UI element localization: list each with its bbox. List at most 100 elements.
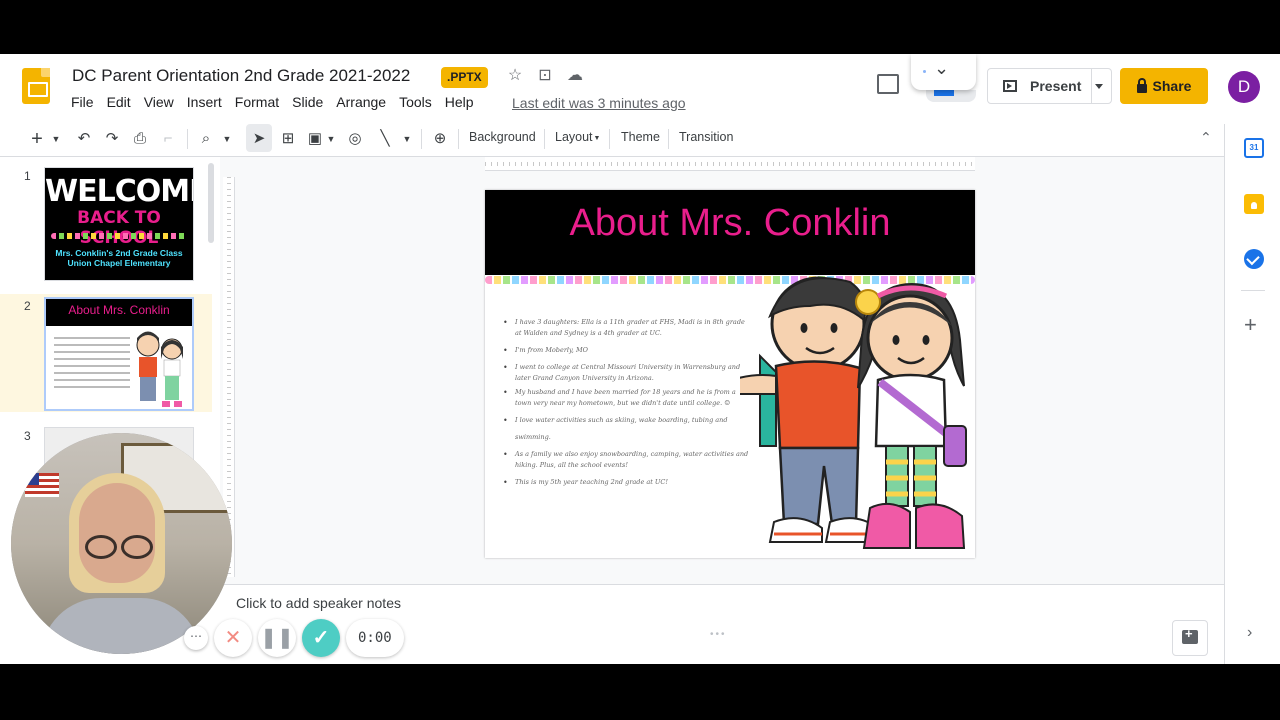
- add-addon-icon[interactable]: +: [1244, 312, 1257, 338]
- avatar[interactable]: D: [1228, 71, 1260, 103]
- last-edit-link[interactable]: Last edit was 3 minutes ago: [512, 95, 686, 111]
- add-comment-icon[interactable]: ⊕: [430, 128, 450, 150]
- new-slide-icon[interactable]: +: [28, 128, 46, 150]
- shape-icon[interactable]: ◎: [345, 128, 365, 150]
- menu-insert[interactable]: Insert: [187, 94, 228, 110]
- paint-format-icon[interactable]: ⌐: [158, 128, 178, 150]
- letterbox-top: [0, 0, 1280, 54]
- explore-button[interactable]: [1172, 620, 1208, 656]
- slide-title[interactable]: About Mrs. Conklin: [485, 202, 975, 245]
- cancel-recording-button[interactable]: ✕: [214, 619, 252, 657]
- thumb-dot-border: [51, 233, 187, 239]
- file-type-badge: .PPTX: [441, 67, 488, 88]
- menu-help[interactable]: Help: [445, 94, 480, 110]
- slide-number: 1: [24, 169, 31, 183]
- thumb-welcome-text: WELCOME: [45, 174, 194, 209]
- speaker-notes[interactable]: Click to add speaker notes: [236, 595, 401, 611]
- star-icon[interactable]: ☆: [505, 66, 525, 86]
- meet-popover[interactable]: ⌄: [911, 54, 976, 90]
- notes-resize-handle[interactable]: •••: [710, 629, 727, 640]
- toolbar-divider: [668, 129, 669, 149]
- share-button[interactable]: Share: [1120, 68, 1208, 104]
- finish-recording-button[interactable]: ✓: [302, 619, 340, 657]
- menu-edit[interactable]: Edit: [107, 94, 137, 110]
- toolbar-divider: [544, 129, 545, 149]
- thumb-slide-title: About Mrs. Conklin: [46, 299, 192, 326]
- text-box-icon[interactable]: ⊞: [278, 128, 298, 150]
- print-icon[interactable]: ⎙: [130, 128, 150, 150]
- calendar-icon[interactable]: 31: [1244, 138, 1264, 158]
- share-label: Share: [1152, 78, 1192, 94]
- toolbar-divider: [609, 129, 610, 149]
- current-slide[interactable]: About Mrs. Conklin I have 3 daughters: E…: [485, 190, 975, 558]
- menu-tools[interactable]: Tools: [399, 94, 438, 110]
- menu-arrange[interactable]: Arrange: [336, 94, 392, 110]
- bullet-item: This is my 5th year teaching 2nd grade a…: [503, 474, 753, 491]
- image-icon[interactable]: ▣: [305, 128, 325, 150]
- transition-button[interactable]: Transition: [679, 130, 733, 144]
- keep-icon[interactable]: [1244, 194, 1264, 214]
- background-button[interactable]: Background: [469, 130, 536, 144]
- recording-controls: ⋯ ✕ ❚❚ ✓ 0:00: [184, 618, 404, 658]
- status-dot: [923, 70, 926, 73]
- thumb-subtitle-line1: Mrs. Conklin's 2nd Grade Class: [55, 248, 183, 258]
- bullet-item: I went to college at Central Missouri Un…: [503, 362, 753, 384]
- thumb-subtitle-line2: Union Chapel Elementary: [67, 258, 171, 268]
- layout-button[interactable]: Layout: [555, 130, 593, 144]
- menu-slide[interactable]: Slide: [292, 94, 329, 110]
- document-title[interactable]: DC Parent Orientation 2nd Grade 2021-202…: [72, 66, 410, 86]
- slide-number: 2: [24, 299, 31, 313]
- toolbar: + ▼ ↶ ↷ ⎙ ⌐ ⌕ ▼ ➤ ⊞ ▣ ▼ ◎ ╲ ▼ ⊕ Backgrou…: [20, 124, 1224, 154]
- zoom-icon[interactable]: ⌕: [196, 128, 216, 150]
- menu-file[interactable]: File: [71, 94, 100, 110]
- bullet-item: I have 3 daughters: Ella is a 11th grade…: [503, 317, 753, 339]
- present-divider: [1091, 69, 1092, 103]
- image-caret-icon[interactable]: ▼: [326, 128, 336, 150]
- lock-icon: [1136, 77, 1147, 93]
- tasks-icon[interactable]: [1244, 249, 1264, 269]
- menu-format[interactable]: Format: [235, 94, 285, 110]
- side-panel: 31 + ›: [1224, 124, 1280, 664]
- horizontal-ruler[interactable]: [485, 157, 975, 171]
- pause-recording-button[interactable]: ❚❚: [258, 619, 296, 657]
- webcam-person-face: [79, 483, 155, 583]
- layout-caret-icon[interactable]: ▼: [592, 128, 602, 150]
- cloud-status-icon[interactable]: ☁: [565, 66, 585, 86]
- undo-icon[interactable]: ↶: [74, 128, 94, 150]
- menu-view[interactable]: View: [144, 94, 180, 110]
- redo-icon[interactable]: ↷: [102, 128, 122, 150]
- new-slide-caret-icon[interactable]: ▼: [51, 128, 61, 150]
- zoom-caret-icon[interactable]: ▼: [222, 128, 232, 150]
- collapse-menus-icon[interactable]: ⌄: [1200, 128, 1212, 145]
- slide-thumbnail-1[interactable]: WELCOME BACK TO SCHOOL Mrs. Conklin's 2n…: [44, 167, 194, 281]
- slide-thumbnail-2[interactable]: About Mrs. Conklin: [44, 297, 194, 411]
- webcam-person-glasses: [85, 535, 153, 559]
- present-button[interactable]: Present: [987, 68, 1112, 104]
- kids-clipart-image: [740, 276, 967, 549]
- menu-bar: File Edit View Insert Format Slide Arran…: [71, 94, 487, 110]
- notes-divider: [220, 584, 1224, 585]
- line-icon[interactable]: ╲: [375, 128, 395, 150]
- bullet-item: I love water activities such as skiing, …: [503, 412, 753, 446]
- line-caret-icon[interactable]: ▼: [402, 128, 412, 150]
- thumb-bullet-lines: [54, 337, 130, 393]
- toolbar-divider: [421, 129, 422, 149]
- present-options-caret-icon[interactable]: [1095, 84, 1103, 89]
- move-folder-icon[interactable]: ⊡: [535, 66, 555, 86]
- select-cursor-icon[interactable]: ➤: [249, 128, 269, 150]
- toolbar-divider: [187, 129, 188, 149]
- bullet-item: As a family we also enjoy snowboarding, …: [503, 449, 753, 471]
- meet-tab[interactable]: [926, 90, 976, 102]
- chevron-right-icon[interactable]: ›: [1247, 624, 1252, 642]
- comment-history-icon[interactable]: [877, 74, 899, 94]
- chevron-down-icon[interactable]: ⌄: [934, 58, 949, 79]
- present-icon: [1003, 80, 1017, 92]
- side-panel-divider: [1241, 290, 1265, 291]
- more-options-icon[interactable]: ⋯: [184, 626, 208, 650]
- slide-bullet-list[interactable]: I have 3 daughters: Ella is a 11th grade…: [503, 314, 753, 491]
- filmstrip-scrollbar[interactable]: [208, 163, 214, 243]
- slides-logo-icon[interactable]: [22, 68, 50, 104]
- slide-canvas[interactable]: About Mrs. Conklin I have 3 daughters: E…: [220, 157, 1224, 584]
- theme-button[interactable]: Theme: [621, 130, 660, 144]
- letterbox-bottom: [0, 664, 1280, 720]
